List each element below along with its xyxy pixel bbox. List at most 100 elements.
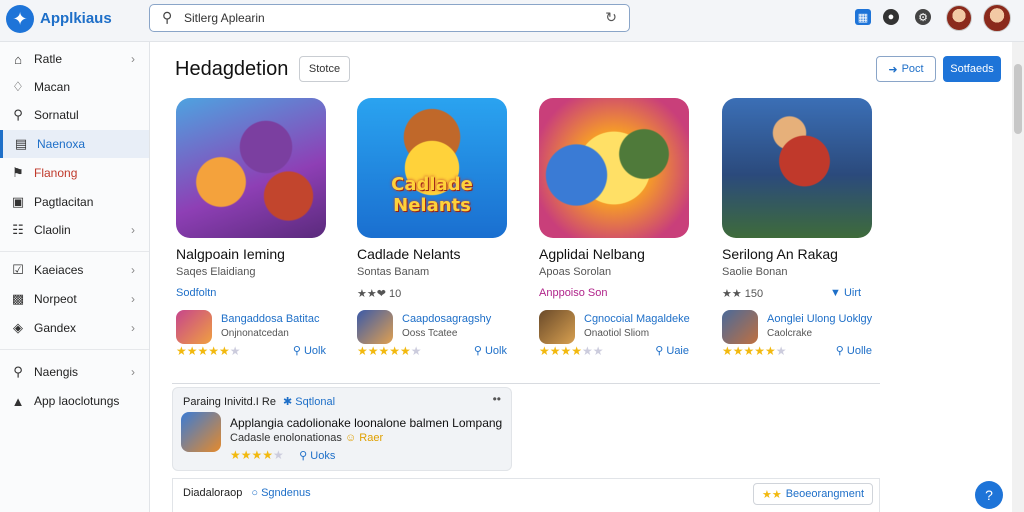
related-app[interactable]: Cgnocoial Magaldeke Onaotiol Sliom <box>539 310 709 346</box>
search-input[interactable] <box>184 6 584 30</box>
related-app-title[interactable]: Caapdosagragshy <box>402 313 491 325</box>
related-app-thumbnail <box>722 310 758 344</box>
app-name[interactable]: Serilong An Rakag <box>722 246 838 262</box>
chat-icon: ▣ <box>11 194 25 209</box>
like-link[interactable]: ⚲ Uolle <box>836 344 872 357</box>
bell-icon: ⚲ <box>13 364 23 379</box>
primary-action-button[interactable]: Sotfaeds <box>943 56 1001 82</box>
search-icon: ⚲ <box>162 9 173 25</box>
chevron-right-icon: › <box>131 263 135 277</box>
sidebar-item-app-laoclotungs[interactable]: ▲ App laoclotungs <box>0 387 149 415</box>
related-app-title[interactable]: Cgnocoial Magaldeke <box>584 313 690 325</box>
section-heading-text: Diadaloraop <box>183 487 243 499</box>
page-title: Hedagdetion <box>175 58 289 80</box>
sidebar-item-claolin[interactable]: ☷ Claolin › <box>0 216 149 244</box>
sidebar-item-gandex[interactable]: ◈ Gandex › <box>0 314 149 342</box>
post-button[interactable]: ➜ Poct <box>876 56 936 82</box>
app-store-icon[interactable]: ▦ <box>855 9 871 25</box>
app-name[interactable]: Cadlade Nelants <box>357 246 461 262</box>
chevron-right-icon: › <box>131 292 135 306</box>
gamepad-icon: ◈ <box>13 320 23 335</box>
like-link[interactable]: ⚲ Uolk <box>293 344 326 357</box>
sidebar-item-naengis[interactable]: ⚲ Naengis › <box>0 358 149 386</box>
sidebar-item-label: Naengis <box>34 365 79 379</box>
related-app[interactable]: Aonglei Ulong Uoklgy Caolcrake <box>722 310 892 346</box>
rating-row: ★★★★★★ ⚲ Uolk <box>176 344 326 358</box>
related-app-subtitle: Onaotiol Sliom <box>584 328 650 339</box>
sidebar-item-kaeiaces[interactable]: ☑ Kaeiaces › <box>0 256 149 284</box>
like-link[interactable]: ⚲ Uaie <box>655 344 689 357</box>
sidebar: ⌂ Ratle › ♢ Macan ⚲ Sornatul ▤ Naenoxa ⚑… <box>0 42 150 512</box>
app-name[interactable]: Nalgpoain Ieming <box>176 246 285 262</box>
related-app[interactable]: Caapdosagragshy Ooss Tcatee <box>357 310 527 346</box>
app-meta: ★★❤ 10 <box>357 288 402 300</box>
section-heading: Diadaloraop ○ Sgndenus <box>183 487 311 499</box>
sidebar-item-macan[interactable]: ♢ Macan <box>0 73 149 101</box>
sidebar-item-sornatul[interactable]: ⚲ Sornatul <box>0 101 149 129</box>
rating-row: ★★★★★★ ⚲ Uolk <box>357 344 507 358</box>
app-card[interactable]: Agplidai Nelbang Apoas Sorolan Anppoiso … <box>539 98 709 358</box>
sparkle-icon: ○ <box>251 487 262 499</box>
app-name[interactable]: Agplidai Nelbang <box>539 246 645 262</box>
like-label: Uaie <box>666 345 689 357</box>
app-card[interactable]: Cadlade Nelants Cadlade Nelants Sontas B… <box>357 98 527 358</box>
install-link[interactable]: ▼ Uirt <box>830 287 861 299</box>
app-meta: Sodfoltn <box>176 287 217 299</box>
star-rating: ★★★★★ <box>357 344 411 358</box>
star-rating: ★★★★★ <box>176 344 230 358</box>
chat-icon[interactable]: ● <box>883 9 899 25</box>
sidebar-item-label: Kaeiaces <box>34 263 84 277</box>
sidebar-item-label: Gandex <box>34 321 77 335</box>
help-button[interactable]: ? <box>975 481 1003 509</box>
app-artwork[interactable]: Cadlade Nelants <box>357 98 507 238</box>
profile-avatar[interactable] <box>946 5 972 31</box>
sidebar-item-label: Ratle <box>34 52 63 66</box>
notification-card[interactable]: Paraing Inivitd.I Re ✱ Sqtlonal •• Appla… <box>172 387 512 471</box>
notification-link[interactable]: ⚲ Uoks <box>299 450 335 462</box>
section-action-label: Beoeorangment <box>785 488 864 500</box>
notification-tag: Sqtlonal <box>295 396 336 408</box>
app-artwork[interactable] <box>176 98 326 238</box>
brand-name[interactable]: Applkiaus <box>40 10 112 27</box>
sidebar-item-naenoxa[interactable]: ▤ Naenoxa <box>0 130 149 158</box>
notification-highlight: Raer <box>359 432 384 444</box>
app-artwork-title: Cadlade Nelants <box>391 174 473 216</box>
like-icon: ⚲ <box>292 345 304 357</box>
user-avatar[interactable] <box>983 4 1011 32</box>
smile-icon: ☺ <box>344 432 360 444</box>
star-rating: ★★★★★ <box>722 344 776 358</box>
app-card[interactable]: Serilong An Rakag Saolie Bonan ★★ 150 ▼ … <box>722 98 892 358</box>
settings-icon[interactable]: ⚙ <box>915 9 931 25</box>
app-logo-icon[interactable]: ✦ <box>6 5 34 33</box>
like-icon: ⚲ <box>473 345 485 357</box>
section-action-button[interactable]: ★★ Beoeorangment <box>752 483 873 505</box>
sidebar-item-norpeot[interactable]: ▩ Norpeot › <box>0 285 149 313</box>
sidebar-item-pagtlacitan[interactable]: ▣ Pagtlacitan <box>0 188 149 216</box>
app-subtitle: Apoas Sorolan <box>539 266 612 278</box>
like-label: Uolk <box>484 345 507 357</box>
post-button-label: Poct <box>901 63 924 75</box>
search-bar[interactable]: ⚲ ↻ <box>149 4 630 32</box>
app-artwork[interactable] <box>539 98 689 238</box>
sidebar-item-ratle[interactable]: ⌂ Ratle › <box>0 45 149 73</box>
rating-row: ★★★★★★ ⚲ Uaie <box>539 344 689 358</box>
more-options-icon[interactable]: •• <box>493 392 501 406</box>
notification-thumbnail <box>181 412 221 452</box>
star-rating: ★★★★ <box>539 344 583 358</box>
related-app-title[interactable]: Bangaddosa Batitac <box>221 313 319 325</box>
like-link[interactable]: ⚲ Uolk <box>474 344 507 357</box>
scrollbar-thumb[interactable] <box>1014 64 1022 134</box>
related-app[interactable]: Bangaddosa Batitac Onjnonatcedan <box>176 310 346 346</box>
scrollbar[interactable] <box>1012 42 1024 512</box>
filter-button[interactable]: Stotce <box>299 56 350 82</box>
sidebar-divider <box>0 251 149 252</box>
app-artwork[interactable] <box>722 98 872 238</box>
install-label: Uirt <box>843 287 862 299</box>
sidebar-item-flanong[interactable]: ⚑ Flanong <box>0 159 149 187</box>
app-card[interactable]: Nalgpoain Ieming Saqes Elaidiang Sodfolt… <box>176 98 346 358</box>
notification-title[interactable]: Applangia cadolionake loonalone balmen L… <box>230 416 502 430</box>
voice-search-icon[interactable]: ↻ <box>605 9 617 26</box>
related-app-title[interactable]: Aonglei Ulong Uoklgy <box>767 313 872 325</box>
notification-link-label: Uoks <box>310 450 336 462</box>
like-icon: ⚲ <box>835 345 847 357</box>
